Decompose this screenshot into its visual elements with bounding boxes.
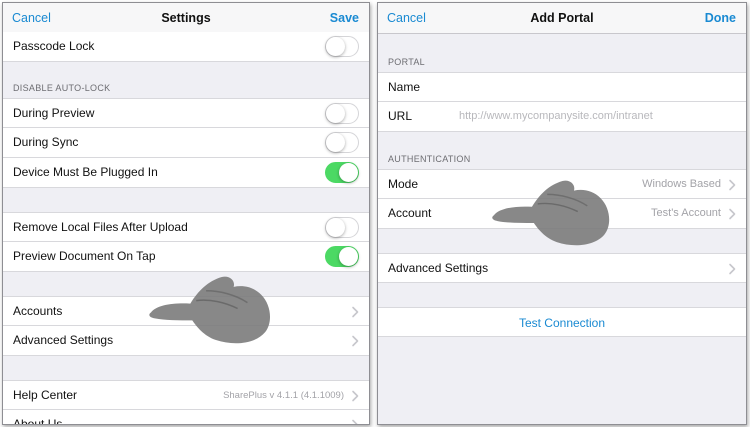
account-value: Test's Account	[651, 207, 721, 219]
mode-value: Windows Based	[642, 178, 721, 190]
account-row[interactable]: Account Test's Account	[378, 199, 746, 229]
chevron-right-icon	[728, 263, 737, 275]
name-field[interactable]: Name	[378, 72, 746, 102]
url-placeholder: http://www.mycompanysite.com/intranet	[459, 110, 653, 122]
chevron-right-icon	[728, 208, 737, 220]
preview-on-tap-toggle[interactable]	[325, 246, 359, 267]
remove-files-row: Remove Local Files After Upload	[3, 212, 369, 242]
url-label: URL	[388, 109, 413, 123]
plugged-in-toggle[interactable]	[325, 162, 359, 183]
name-label: Name	[388, 80, 421, 94]
url-field[interactable]: URL http://www.mycompanysite.com/intrane…	[378, 102, 746, 132]
mode-row[interactable]: Mode Windows Based	[378, 169, 746, 199]
page-title: Add Portal	[530, 11, 594, 25]
during-sync-label: During Sync	[13, 135, 79, 149]
toggle-knob	[339, 163, 358, 182]
during-preview-toggle[interactable]	[325, 103, 359, 124]
accounts-label: Accounts	[13, 304, 63, 318]
passcode-lock-label: Passcode Lock	[13, 39, 95, 53]
passcode-lock-toggle[interactable]	[325, 36, 359, 57]
settings-panel: Cancel Settings Save Passcode Lock DISAB…	[2, 2, 370, 425]
plugged-in-label: Device Must Be Plugged In	[13, 165, 158, 179]
page-title: Settings	[161, 11, 211, 25]
save-button[interactable]: Save	[330, 11, 359, 25]
advanced-settings-label: Advanced Settings	[388, 261, 489, 275]
toggle-knob	[326, 37, 345, 56]
preview-on-tap-row: Preview Document On Tap	[3, 242, 369, 272]
test-connection-label: Test Connection	[518, 316, 606, 330]
chevron-right-icon	[351, 390, 360, 402]
remove-files-label: Remove Local Files After Upload	[13, 220, 188, 234]
accounts-row[interactable]: Accounts	[3, 296, 369, 326]
remove-files-toggle[interactable]	[325, 217, 359, 238]
portal-header: PORTAL	[388, 57, 425, 67]
during-preview-row: During Preview	[3, 98, 369, 128]
during-preview-label: During Preview	[13, 106, 95, 120]
advanced-settings-row[interactable]: Advanced Settings	[3, 326, 369, 356]
about-us-label: About Us	[13, 417, 63, 425]
chevron-right-icon	[728, 179, 737, 191]
passcode-lock-row: Passcode Lock	[3, 32, 369, 62]
toggle-knob	[326, 133, 345, 152]
authentication-header: AUTHENTICATION	[388, 154, 471, 164]
add-portal-navbar: Cancel Add Portal Done	[378, 3, 746, 34]
disable-autolock-header: DISABLE AUTO-LOCK	[13, 83, 111, 93]
advanced-settings-row[interactable]: Advanced Settings	[378, 253, 746, 283]
advanced-settings-label: Advanced Settings	[13, 333, 114, 347]
add-portal-panel: Cancel Add Portal Done PORTAL Name URL h…	[377, 2, 747, 425]
test-connection-button[interactable]: Test Connection	[378, 307, 746, 337]
done-button[interactable]: Done	[705, 11, 736, 25]
version-value: SharePlus v 4.1.1 (4.1.1009)	[223, 390, 344, 401]
toggle-knob	[339, 247, 358, 266]
settings-navbar: Cancel Settings Save	[3, 3, 369, 34]
during-sync-row: During Sync	[3, 128, 369, 158]
chevron-right-icon	[351, 419, 360, 425]
plugged-in-row: Device Must Be Plugged In	[3, 158, 369, 188]
help-center-row[interactable]: Help Center SharePlus v 4.1.1 (4.1.1009)	[3, 380, 369, 410]
about-us-row[interactable]: About Us	[3, 410, 369, 425]
during-sync-toggle[interactable]	[325, 132, 359, 153]
chevron-right-icon	[351, 335, 360, 347]
preview-on-tap-label: Preview Document On Tap	[13, 249, 156, 263]
mode-label: Mode	[388, 177, 419, 191]
toggle-knob	[326, 104, 345, 123]
chevron-right-icon	[351, 306, 360, 318]
toggle-knob	[326, 218, 345, 237]
account-label: Account	[388, 206, 432, 220]
help-center-label: Help Center	[13, 388, 78, 402]
